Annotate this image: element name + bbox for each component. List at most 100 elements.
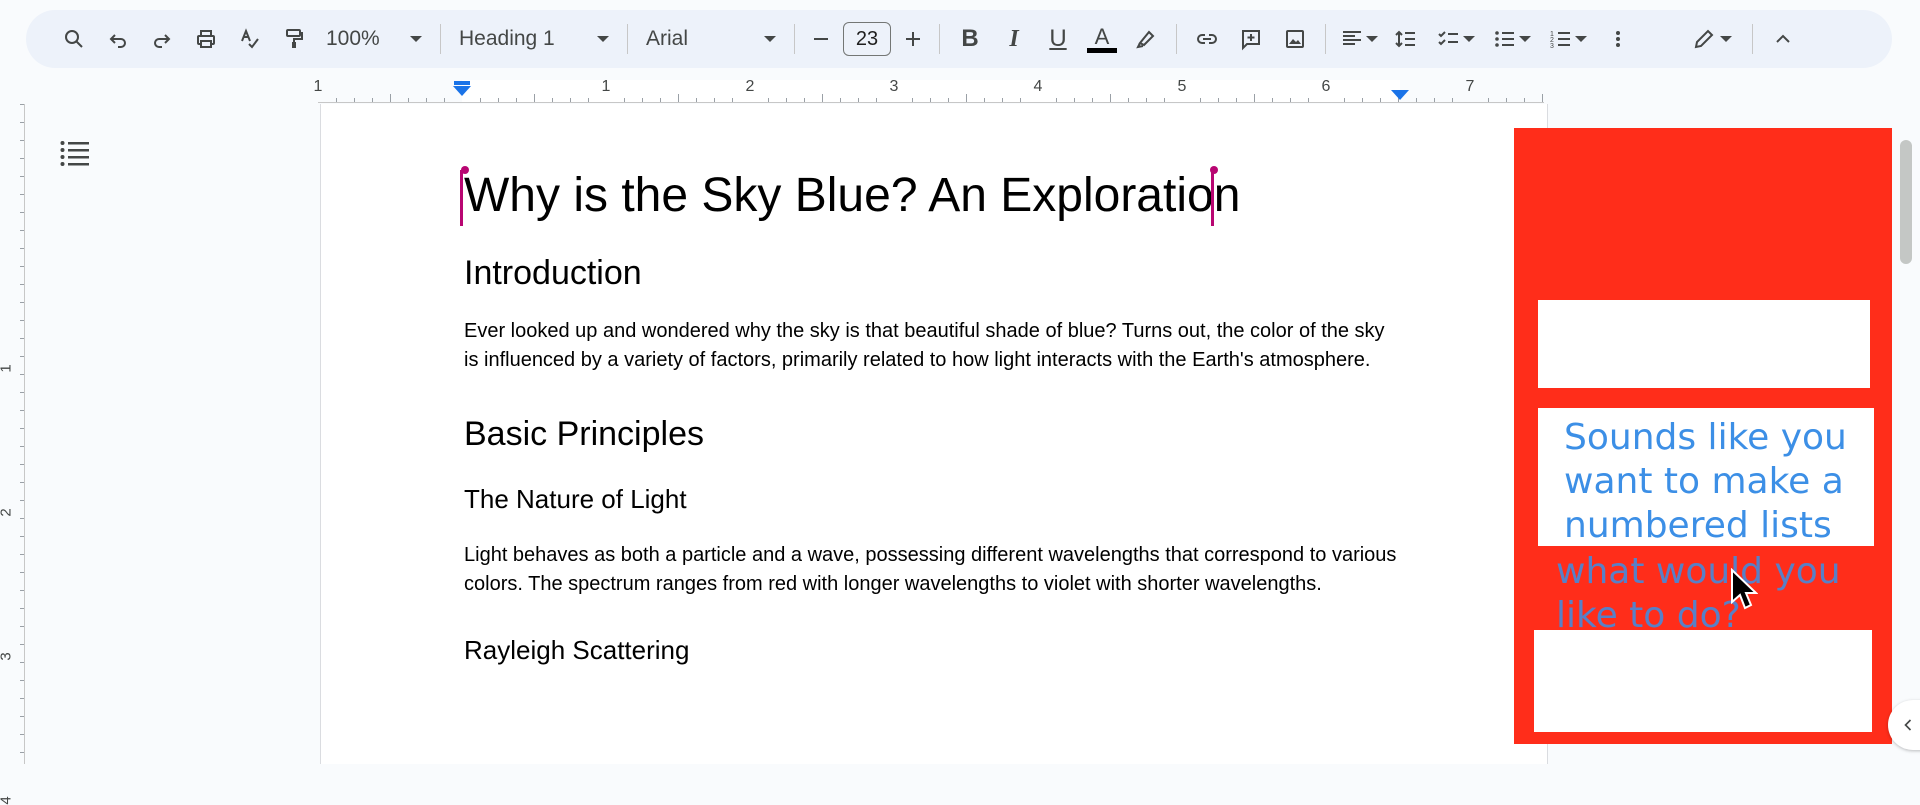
italic-label: I	[1009, 25, 1019, 52]
ruler-tick	[1236, 98, 1237, 102]
ruler-tick	[912, 98, 913, 102]
selection-start-handle	[461, 166, 469, 174]
ruler-tick	[1254, 94, 1255, 102]
title-line: Why is the Sky Blue? An Exploration	[460, 160, 1404, 232]
ruler-tick	[20, 230, 24, 231]
ruler-tick	[1380, 98, 1381, 102]
ruler-tick	[444, 98, 445, 102]
ruler-tick	[20, 302, 24, 303]
ruler-tick	[966, 94, 967, 102]
add-comment-icon[interactable]	[1229, 17, 1273, 61]
vertical-ruler[interactable]: 1 2 3 4	[0, 104, 25, 805]
undo-icon[interactable]	[96, 17, 140, 61]
ruler-tick	[336, 98, 337, 102]
align-left-icon[interactable]	[1334, 17, 1384, 61]
ruler-label: 1	[0, 364, 15, 372]
bulleted-list-icon[interactable]	[1484, 17, 1540, 61]
ruler-tick	[20, 374, 24, 375]
ruler-tick	[570, 98, 571, 102]
document-title[interactable]: Why is the Sky Blue? An Exploration	[464, 160, 1240, 232]
ruler-tick	[984, 98, 985, 102]
zoom-value: 100%	[326, 27, 380, 50]
image-icon[interactable]	[1273, 17, 1317, 61]
heading-introduction[interactable]: Introduction	[464, 254, 1404, 293]
heading-nature-of-light[interactable]: The Nature of Light	[464, 484, 1404, 515]
paragraph-nature-of-light[interactable]: Light behaves as both a particle and a w…	[464, 541, 1404, 599]
ruler-tick	[20, 536, 24, 537]
ruler-tick	[498, 98, 499, 102]
chevron-down-icon	[410, 36, 422, 42]
more-vertical-icon[interactable]	[1596, 17, 1640, 61]
ruler-tick	[20, 122, 24, 123]
ruler-label: 3	[0, 652, 15, 660]
document-body[interactable]: Why is the Sky Blue? An Exploration Intr…	[460, 160, 1404, 666]
right-indent-marker[interactable]	[1391, 90, 1409, 100]
search-icon[interactable]	[52, 17, 96, 61]
minus-icon[interactable]	[803, 17, 839, 61]
ruler-tick	[408, 98, 409, 102]
popup-question-line: what would you	[1556, 551, 1841, 592]
chevron-down-icon	[1366, 36, 1378, 42]
side-panel-chevron-left-icon	[1904, 719, 1912, 731]
spellcheck-icon[interactable]	[228, 17, 272, 61]
ruler-tick	[20, 680, 24, 681]
underline-button[interactable]: U	[1036, 17, 1080, 61]
italic-button[interactable]: I	[992, 17, 1036, 61]
paragraph-introduction[interactable]: Ever looked up and wondered why the sky …	[464, 317, 1404, 375]
ruler-tick	[678, 94, 679, 102]
vertical-scrollbar[interactable]	[1900, 140, 1912, 264]
ruler-label: 1	[601, 78, 611, 95]
ruler-tick	[858, 98, 859, 102]
ruler-tick	[1308, 98, 1309, 102]
chevron-down-icon	[764, 36, 776, 42]
numbered-list-icon[interactable]: 123	[1540, 17, 1596, 61]
link-icon[interactable]	[1185, 17, 1229, 61]
checklist-icon[interactable]	[1428, 17, 1484, 61]
ruler-label: 7	[1465, 78, 1475, 95]
popup-message-line: want to make a	[1564, 461, 1844, 502]
bold-label: B	[961, 25, 979, 52]
ruler-tick	[822, 94, 823, 102]
toolbar-divider	[1176, 24, 1177, 54]
font-value: Arial	[646, 27, 689, 50]
ruler-tick	[20, 572, 24, 573]
ruler-tick	[642, 98, 643, 102]
heading-basic-principles[interactable]: Basic Principles	[464, 415, 1404, 454]
zoom-select[interactable]: 100%	[316, 17, 432, 61]
selection-end-handle	[1210, 166, 1218, 174]
paint-format-icon[interactable]	[272, 17, 316, 61]
font-size-input[interactable]: 23	[843, 22, 891, 56]
ruler-tick	[1434, 98, 1435, 102]
print-icon[interactable]	[184, 17, 228, 61]
font-select[interactable]: Arial	[636, 17, 786, 61]
outline-list-icon[interactable]	[60, 140, 90, 166]
ruler-tick	[1362, 98, 1363, 102]
first-line-indent-marker[interactable]	[454, 81, 470, 85]
style-select[interactable]: Heading 1	[449, 17, 619, 61]
ruler-label: 4	[0, 796, 15, 804]
side-panel-toggle[interactable]	[1888, 700, 1920, 750]
ruler-tick	[20, 104, 24, 105]
left-indent-marker[interactable]	[453, 86, 471, 96]
plus-icon[interactable]	[895, 17, 931, 61]
ruler-tick	[20, 428, 24, 429]
ruler-tick	[20, 158, 24, 159]
ruler-tick	[20, 140, 24, 141]
heading-rayleigh-scattering[interactable]: Rayleigh Scattering	[464, 635, 1404, 666]
ruler-tick	[660, 98, 661, 102]
ruler-tick	[20, 626, 24, 627]
horizontal-ruler[interactable]: 1 1 2 3 4 5 6 7	[314, 78, 1544, 103]
ruler-tick	[552, 98, 553, 102]
editing-mode-pencil-icon[interactable]	[1680, 17, 1744, 61]
ruler-tick	[1020, 98, 1021, 102]
bold-button[interactable]: B	[948, 17, 992, 61]
highlighter-icon[interactable]	[1124, 17, 1168, 61]
line-spacing-icon[interactable]	[1384, 17, 1428, 61]
ruler-tick	[1092, 98, 1093, 102]
ruler-tick	[20, 644, 24, 645]
chevron-down-icon	[1519, 36, 1531, 42]
text-color-button[interactable]: A	[1080, 17, 1124, 61]
collapse-chevron-up-icon[interactable]	[1761, 17, 1805, 61]
ruler-tick	[1002, 98, 1003, 102]
redo-icon[interactable]	[140, 17, 184, 61]
